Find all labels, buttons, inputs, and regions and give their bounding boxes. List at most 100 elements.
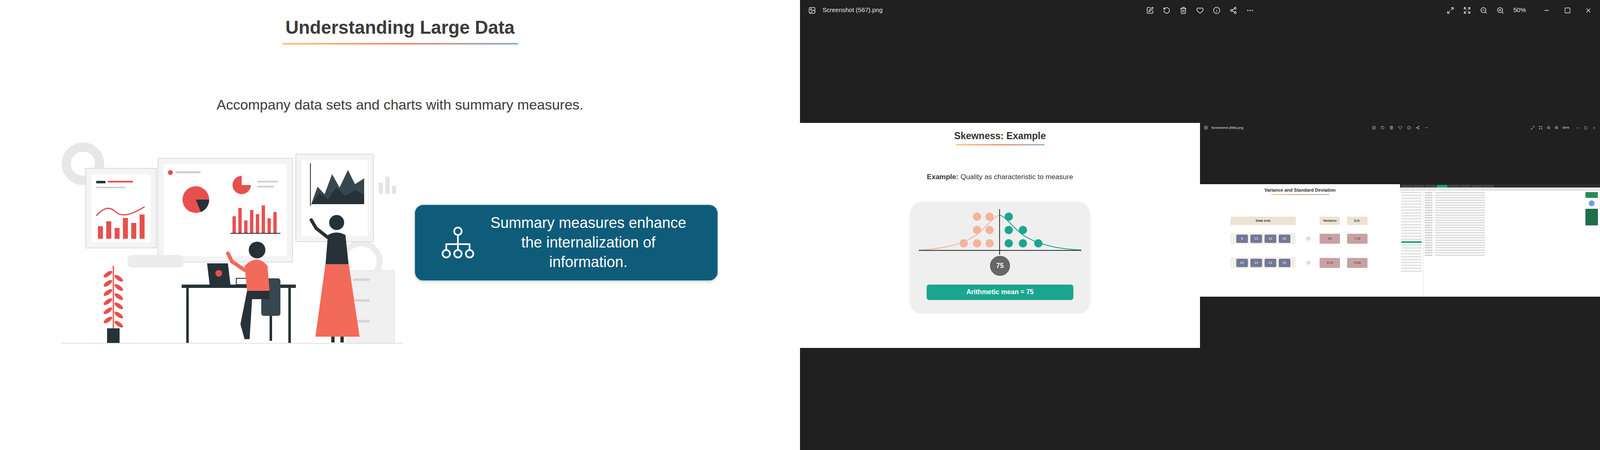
row-key: [1425, 194, 1433, 196]
window-button[interactable]: [1564, 7, 1571, 14]
side-list-item[interactable]: [1401, 247, 1422, 249]
toolbar-button[interactable]: [1246, 6, 1254, 15]
nested-photo-viewer: Screenshot (566).png50%Variance and Stan…: [1200, 122, 1600, 348]
toolbar-button[interactable]: [1380, 125, 1385, 130]
side-list-item[interactable]: [1401, 226, 1422, 229]
toolbar-button[interactable]: [1424, 125, 1429, 130]
side-list-item[interactable]: [1401, 203, 1422, 205]
content-row: [1425, 202, 1582, 204]
side-list-item[interactable]: [1401, 191, 1422, 194]
desktop: Understanding Large DataAccompany data s…: [0, 0, 1600, 450]
row-key: [1425, 209, 1433, 211]
data-dot: [972, 225, 982, 235]
side-list-item[interactable]: [1401, 200, 1422, 203]
row-text: [1435, 239, 1485, 241]
side-list-item[interactable]: [1401, 209, 1422, 211]
content-row: [1425, 247, 1582, 249]
callout-text: Summary measures enhance the internaliza…: [485, 213, 692, 272]
window-button[interactable]: [1584, 126, 1588, 130]
toolbar-center: [1146, 6, 1254, 15]
content-row: [1425, 222, 1582, 224]
toolbar-button[interactable]: [1446, 6, 1455, 15]
toolbar-button[interactable]: [1162, 6, 1171, 15]
toolbar-left: Screenshot (566).png: [1204, 125, 1373, 131]
toolbar-button[interactable]: [1212, 6, 1221, 15]
toolbar-right: 50%: [1253, 5, 1592, 15]
presentation-slide: Understanding Large DataAccompany data s…: [0, 0, 800, 450]
side-list-item[interactable]: [1401, 212, 1422, 214]
side-list-item[interactable]: [1401, 255, 1422, 258]
window-button[interactable]: [1592, 126, 1596, 130]
side-list-item[interactable]: [1401, 194, 1422, 197]
row-key: [1425, 244, 1433, 246]
toolbar-button[interactable]: [1546, 125, 1551, 130]
toolbar-button[interactable]: [1398, 125, 1403, 130]
window-button[interactable]: [1575, 126, 1580, 130]
table-row: 5131325=557.42: [1230, 232, 1400, 245]
row-key: [1425, 237, 1433, 239]
row-key: [1425, 239, 1433, 241]
toolbar-button[interactable]: [1496, 6, 1505, 15]
side-list-item[interactable]: [1401, 241, 1422, 243]
delete-icon: [1179, 6, 1188, 15]
toolbar-button[interactable]: [1372, 125, 1376, 130]
fit-icon: [1463, 6, 1471, 15]
side-list-item[interactable]: [1401, 264, 1422, 267]
equals-sign: =: [1305, 260, 1312, 266]
nested-image-area: Variance and Standard DeviationData sets…: [1200, 132, 1600, 348]
viewer-toolbar: Screenshot (567).png50%: [800, 0, 1600, 21]
example-text: Quality as characteristic to measure: [960, 171, 1073, 183]
side-list-item[interactable]: [1401, 223, 1422, 226]
slide-title-block: Variance and Standard Deviation: [1200, 184, 1400, 196]
row-text: [1435, 209, 1485, 211]
toolbar-button[interactable]: [1196, 6, 1204, 15]
toolbar-button[interactable]: [1407, 125, 1411, 130]
side-list-item[interactable]: [1401, 238, 1422, 240]
toolbar-button[interactable]: [1480, 6, 1488, 15]
toolbar-button[interactable]: [1389, 125, 1394, 130]
row-key: [1425, 212, 1433, 214]
data-dot: [1018, 225, 1028, 235]
window-button[interactable]: [1543, 7, 1550, 14]
toolbar-button[interactable]: [1554, 125, 1559, 130]
maximize-icon: [1584, 126, 1588, 130]
row-text: [1435, 242, 1485, 244]
side-list-item[interactable]: [1401, 252, 1422, 255]
row-text: [1435, 244, 1485, 246]
toolbar-button[interactable]: [1463, 6, 1471, 15]
side-list-item[interactable]: [1401, 261, 1422, 264]
variance-slide: Variance and Standard DeviationData sets…: [1200, 184, 1400, 297]
content-row: [1425, 209, 1582, 211]
side-list-item[interactable]: [1401, 258, 1422, 261]
side-list-item[interactable]: [1401, 215, 1422, 217]
side-ad: [1583, 190, 1600, 297]
toolbar-button[interactable]: [1530, 125, 1535, 130]
data-value: 13: [1264, 258, 1277, 268]
toolbar-center: [1372, 125, 1429, 130]
row-key: [1425, 249, 1433, 251]
row-text: [1435, 207, 1485, 209]
content-row: [1425, 204, 1582, 206]
side-list-item[interactable]: [1401, 232, 1422, 235]
toolbar-button[interactable]: [1538, 125, 1543, 130]
side-list-item[interactable]: [1401, 220, 1422, 223]
side-list-item[interactable]: [1401, 267, 1422, 270]
window-button[interactable]: [1585, 7, 1592, 14]
data-value: 25: [1278, 234, 1291, 243]
side-list-item[interactable]: [1401, 235, 1422, 238]
side-list-item[interactable]: [1401, 197, 1422, 200]
side-list-item[interactable]: [1401, 217, 1422, 220]
toolbar-button[interactable]: [1229, 6, 1238, 15]
side-list-item[interactable]: [1401, 250, 1422, 252]
variance-value: 55: [1319, 233, 1340, 244]
side-list-item[interactable]: [1401, 229, 1422, 232]
side-list-item[interactable]: [1401, 244, 1422, 246]
toolbar-button[interactable]: [1146, 6, 1154, 15]
side-list-item[interactable]: [1401, 206, 1422, 208]
address-bar[interactable]: [1400, 187, 1600, 191]
toolbar-button[interactable]: [1179, 6, 1188, 15]
toolbar-button[interactable]: [1415, 125, 1420, 130]
content-row: [1425, 199, 1582, 201]
side-list-item[interactable]: [1401, 270, 1422, 273]
content-row: [1425, 249, 1582, 251]
